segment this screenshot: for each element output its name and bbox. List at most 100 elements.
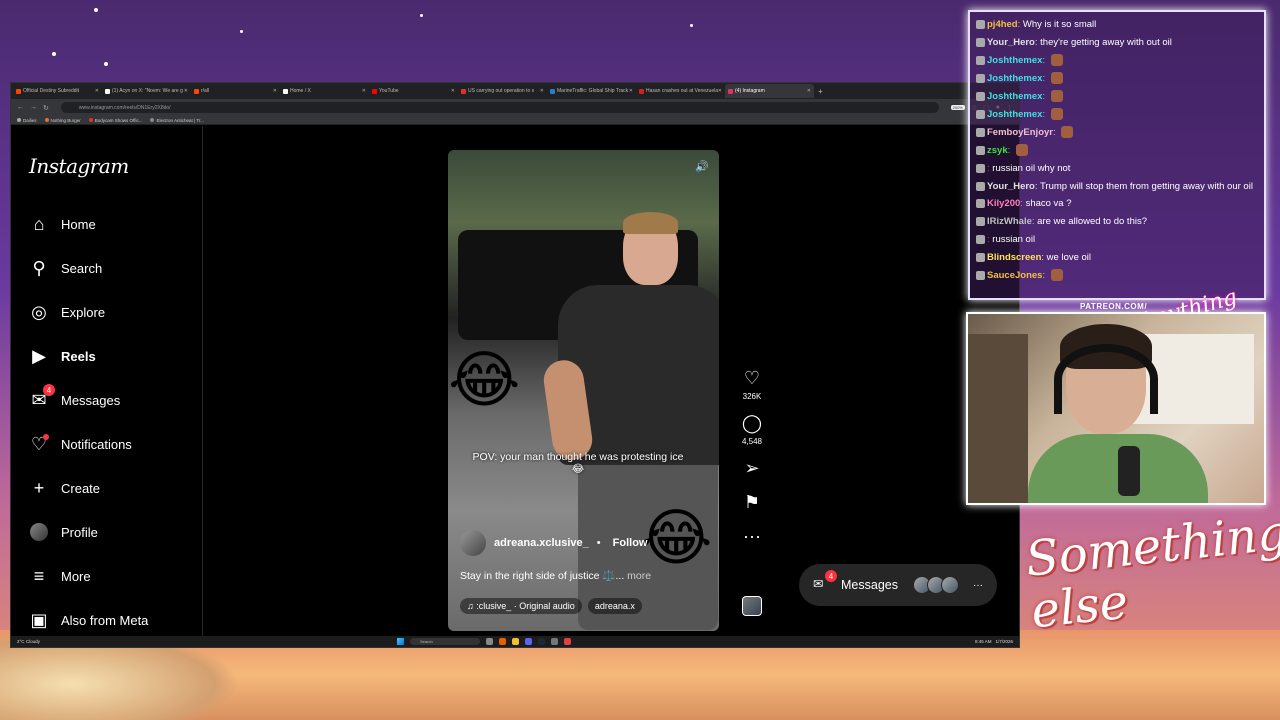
file-explorer-icon[interactable] (512, 638, 519, 645)
messages-badge: 4 (43, 384, 55, 396)
browser-tab[interactable]: Home / X ✕ (280, 84, 369, 98)
chat-username[interactable]: Your_Hero (987, 37, 1035, 48)
sidebar-item-label: Also from Meta (61, 612, 149, 628)
sidebar-item-label: Home (61, 216, 96, 232)
task-view-icon[interactable] (486, 638, 493, 645)
chat-message: IRizWhale: are we allowed to do this? (976, 213, 1258, 231)
audio-label[interactable]: ♫ :clusive_ · Original audio (460, 598, 582, 614)
tab-title: r/all (201, 88, 210, 94)
sidebar-item-search[interactable]: ⚲ Search (29, 258, 102, 278)
tab-title: Official Destiny Subreddit (23, 88, 80, 94)
back-icon[interactable]: ← (17, 104, 24, 111)
sidebar-item-notifications[interactable]: ♡ Notifications (29, 434, 132, 454)
chat-username[interactable]: Kily200 (987, 198, 1020, 209)
reload-icon[interactable]: ↻ (43, 104, 49, 112)
reel-actions: ♡ 326K ◯ 4,548 ➢ ⚑ ··· (739, 368, 765, 560)
instagram-logo[interactable]: Instagram (29, 154, 129, 178)
browser-tab[interactable]: MarineTraffic: Global Ship Track ✕ (547, 84, 636, 98)
bookmark-dailies[interactable]: Dailies (17, 118, 37, 123)
forward-icon[interactable]: → (30, 104, 37, 111)
comment-button[interactable]: ◯ 4,548 (742, 413, 762, 446)
steam-icon[interactable] (538, 638, 545, 645)
chat-username[interactable]: IRizWhale (987, 216, 1032, 227)
audio-thumbnail[interactable] (742, 596, 762, 616)
discord-icon[interactable] (525, 638, 532, 645)
browser-tab[interactable]: Hasan crashes out at Venezuela ✕ (636, 84, 725, 98)
chat-username[interactable]: Blindscreen (987, 252, 1041, 263)
chat-username[interactable]: FemboyEnjoyr (987, 127, 1053, 138)
author-avatar[interactable] (460, 530, 486, 556)
browser-tab[interactable]: (1) Acyn on X: "Noem: We are g ✕ (102, 84, 191, 98)
zoom-indicator[interactable]: 200% (950, 105, 965, 110)
chrome-icon[interactable] (564, 638, 571, 645)
close-tab-icon[interactable]: ✕ (540, 88, 544, 94)
chat-username[interactable]: zsyk (987, 145, 1008, 156)
chat-username[interactable]: Your_Hero (987, 181, 1035, 192)
sidebar-item-label: More (61, 568, 91, 584)
browser-tab[interactable]: (4) Instagram ✕ (725, 84, 814, 98)
save-button[interactable]: ⚑ (744, 492, 760, 514)
like-button[interactable]: ♡ 326K (743, 368, 762, 401)
sidebar-item-home[interactable]: ⌂ Home (29, 214, 96, 234)
tab-favicon (283, 88, 288, 94)
tab-title: Hasan crashes out at Venezuela (646, 88, 718, 94)
close-tab-icon[interactable]: ✕ (718, 88, 722, 94)
chat-text: Why is it so small (1022, 19, 1097, 30)
sidebar-item-create[interactable]: + Create (29, 478, 100, 498)
windows-start-icon[interactable] (397, 638, 404, 645)
close-tab-icon[interactable]: ✕ (273, 88, 277, 94)
browser-tab[interactable]: YouTube ✕ (369, 84, 458, 98)
tab-favicon (194, 88, 199, 94)
chat-username[interactable]: Joshthemex (987, 109, 1042, 120)
chat-username[interactable]: Joshthemex (987, 73, 1042, 84)
user-badge-icon (976, 145, 985, 155)
bookmark-bodycam[interactable]: Bodycam Shows Offic... (88, 118, 142, 123)
browser-tab[interactable]: r/all ✕ (191, 84, 280, 98)
messages-pill[interactable]: ✉ 4 Messages ··· (799, 564, 997, 606)
chat-username[interactable]: SauceJones (987, 270, 1042, 281)
sidebar-item-messages[interactable]: ✉ 4 Messages (29, 384, 120, 410)
tab-favicon (461, 88, 466, 94)
more-options-button[interactable]: ··· (743, 526, 761, 548)
share-button[interactable]: ➢ (744, 458, 759, 480)
video-person-hair (623, 212, 678, 234)
audio-user[interactable]: adreana.x (587, 598, 642, 614)
clock-date[interactable]: 1/7/2026 (995, 639, 1013, 644)
url-field[interactable]: www.instagram.com/reels/DN1Ery2X8do/ (60, 102, 939, 113)
chat-username[interactable]: Joshthemex (987, 55, 1042, 66)
author-username[interactable]: adreana.xclusive_ (494, 537, 589, 549)
weather-desc: Cloudy (25, 639, 40, 644)
close-tab-icon[interactable]: ✕ (807, 88, 811, 94)
close-tab-icon[interactable]: ✕ (362, 88, 366, 94)
new-tab-button[interactable]: + (818, 87, 823, 96)
browser-tab[interactable]: US carrying out operation to s ✕ (458, 84, 547, 98)
description-text: Stay in the right side of justice ⚖️... (460, 570, 625, 582)
chat-text: are we allowed to do this? (1037, 216, 1147, 227)
follow-button[interactable]: Follow (613, 537, 648, 549)
clock-time[interactable]: 8:45 AM (975, 639, 992, 644)
sidebar-item-profile[interactable]: Profile (29, 522, 98, 542)
browser-tab[interactable]: Official Destiny Subreddit ✕ (13, 84, 102, 98)
sidebar-item-explore[interactable]: ◎ Explore (29, 302, 105, 322)
chat-username[interactable]: pj4hed (987, 19, 1018, 30)
more-link[interactable]: more (627, 570, 651, 582)
sidebar-item-reels[interactable]: ▶ Reels (29, 346, 96, 366)
chat-username[interactable]: Joshthemex (987, 91, 1042, 102)
obs-icon[interactable] (551, 638, 558, 645)
taskbar-search[interactable]: Search (410, 638, 480, 645)
close-tab-icon[interactable]: ✕ (451, 88, 455, 94)
close-tab-icon[interactable]: ✕ (184, 88, 188, 94)
close-tab-icon[interactable]: ✕ (95, 88, 99, 94)
close-tab-icon[interactable]: ✕ (629, 88, 633, 94)
weather-widget[interactable]: 2°C Cloudy (17, 639, 77, 644)
firefox-icon[interactable] (499, 638, 506, 645)
emote-icon (1061, 126, 1074, 139)
chat-message: FemboyEnjoyr: (976, 124, 1258, 142)
emote-icon (1050, 54, 1063, 67)
bookmark-nothing-burger[interactable]: Nothing Burger (44, 118, 81, 123)
reel-video[interactable]: 😂 😂 🔊 POV: your man thought he was prote… (448, 150, 719, 631)
sidebar-item-also-from-meta[interactable]: ▣ Also from Meta (29, 610, 148, 630)
sidebar-item-more[interactable]: ≡ More (29, 566, 91, 586)
volume-icon[interactable]: 🔊 (695, 160, 709, 173)
bookmark-electron[interactable]: Electron Anticheat | Tr... (150, 118, 204, 123)
